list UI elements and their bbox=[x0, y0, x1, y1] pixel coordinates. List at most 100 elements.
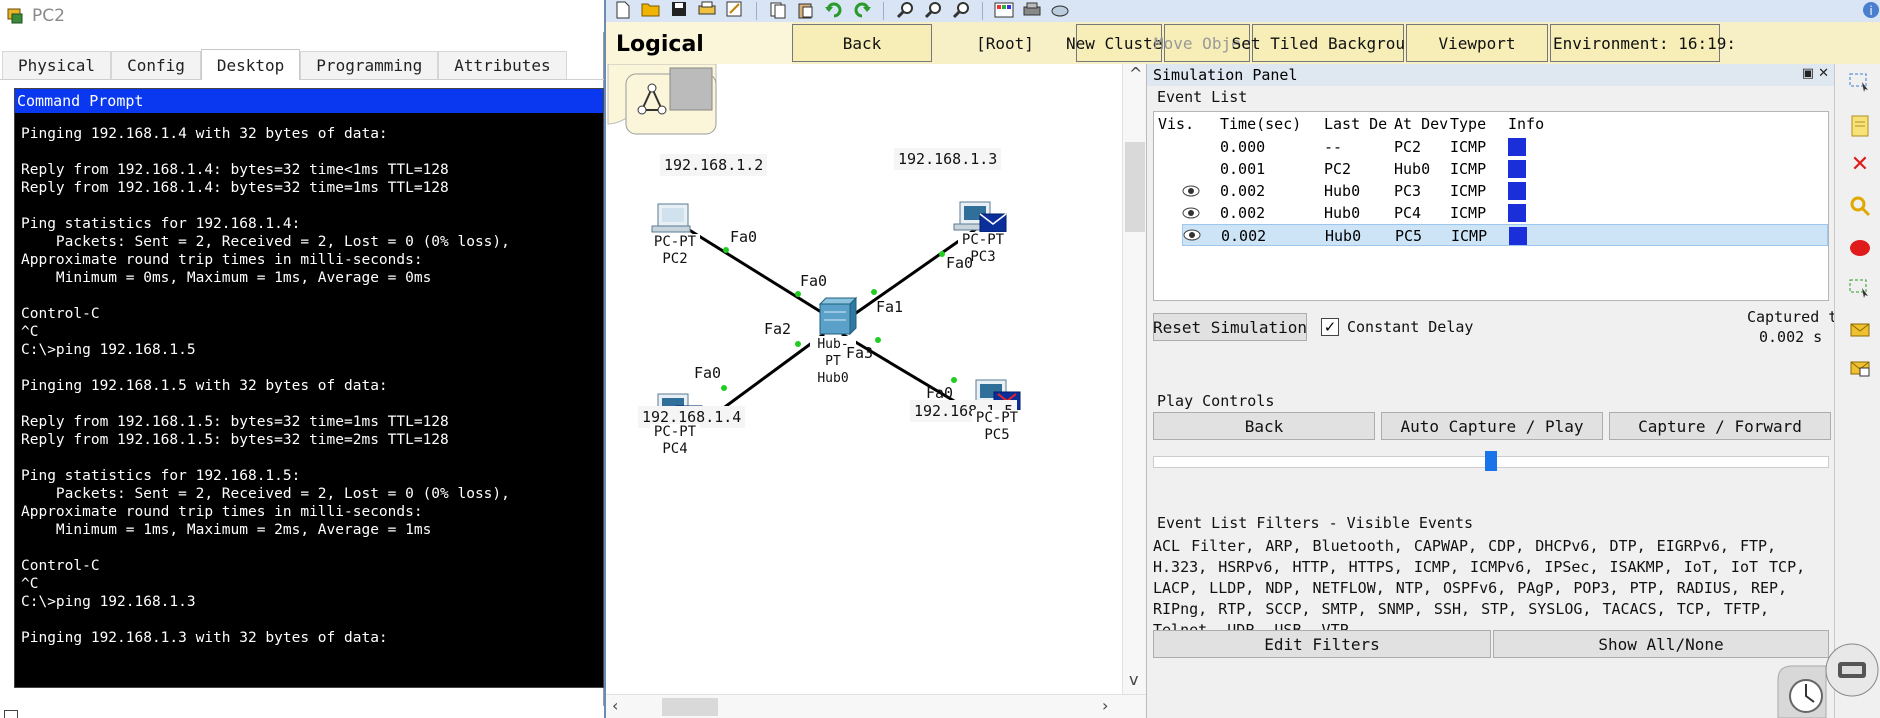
event-last-device: Hub0 bbox=[1325, 227, 1362, 245]
pc2-label: PC-PT PC2 bbox=[650, 234, 700, 268]
pc2-bottom-strip bbox=[0, 706, 604, 718]
save-icon[interactable] bbox=[668, 1, 690, 21]
event-type: ICMP bbox=[1450, 160, 1487, 178]
canvas-hscroll-thumb[interactable] bbox=[662, 698, 718, 716]
help-info-icon[interactable]: i bbox=[1860, 1, 1880, 21]
tab-config[interactable]: Config bbox=[111, 51, 201, 79]
new-file-icon[interactable] bbox=[612, 1, 634, 21]
pc5-name: PC5 bbox=[984, 427, 1010, 443]
event-info-swatch[interactable] bbox=[1508, 204, 1526, 222]
constant-delay-label: Constant Delay bbox=[1347, 318, 1474, 336]
paste-icon[interactable] bbox=[795, 1, 817, 21]
main-toolbar: i bbox=[606, 0, 1880, 22]
event-info-swatch[interactable] bbox=[1509, 227, 1527, 245]
event-list-header: Vis. Time(sec) Last De At Dev Type Info bbox=[1154, 112, 1828, 134]
add-complex-pdu-icon[interactable] bbox=[1847, 356, 1873, 382]
eye-icon bbox=[1182, 185, 1200, 197]
command-prompt[interactable]: Command Prompt Pinging 192.168.1.4 with … bbox=[14, 88, 604, 688]
zoom-out-icon[interactable] bbox=[950, 1, 972, 21]
toolbar-separator bbox=[982, 2, 983, 20]
col-info: Info bbox=[1508, 115, 1545, 133]
event-type: ICMP bbox=[1450, 138, 1487, 156]
tab-programming[interactable]: Programming bbox=[300, 51, 439, 79]
event-time: 0.002 bbox=[1220, 204, 1266, 222]
cluster-navigator-icon bbox=[607, 64, 717, 135]
redo-icon[interactable] bbox=[851, 1, 873, 21]
canvas-horizontal-scrollbar[interactable]: ‹ › bbox=[606, 694, 1146, 718]
panel-float-close-icons[interactable]: ▣ ✕ bbox=[1802, 66, 1829, 81]
reset-simulation-button[interactable]: Reset Simulation bbox=[1153, 313, 1307, 341]
event-list-table[interactable]: Vis. Time(sec) Last De At Dev Type Info … bbox=[1153, 111, 1829, 301]
viewport-button[interactable]: Viewport bbox=[1406, 24, 1548, 62]
top-checkbox[interactable] bbox=[4, 710, 18, 718]
scroll-down-icon[interactable]: v bbox=[1129, 670, 1138, 689]
zoom-reset-icon[interactable] bbox=[922, 1, 944, 21]
col-type: Type bbox=[1450, 115, 1487, 133]
capture-forward-button[interactable]: Capture / Forward bbox=[1609, 412, 1831, 440]
canvas-vscroll-thumb[interactable] bbox=[1125, 142, 1145, 232]
scroll-right-icon[interactable]: › bbox=[1102, 696, 1108, 715]
pc3-device-icon bbox=[953, 201, 1007, 233]
palette-icon[interactable] bbox=[993, 1, 1015, 21]
select-tool-icon[interactable] bbox=[1847, 70, 1873, 96]
packet-tracer-window: i Logical Back [Root] New Cluster Move O… bbox=[604, 0, 1880, 718]
event-row[interactable]: 0.002 Hub0 PC3 ICMP bbox=[1182, 180, 1828, 202]
auto-capture-play-button[interactable]: Auto Capture / Play bbox=[1381, 412, 1603, 440]
ip-label-pc2[interactable]: 192.168.1.2 bbox=[660, 154, 768, 176]
command-prompt-output[interactable]: Pinging 192.168.1.4 with 32 bytes of dat… bbox=[21, 125, 603, 687]
add-simple-pdu-icon[interactable] bbox=[1847, 318, 1873, 344]
undo-icon[interactable] bbox=[823, 1, 845, 21]
event-info-swatch[interactable] bbox=[1508, 160, 1526, 178]
toolbar-separator bbox=[883, 2, 884, 20]
logical-workspace-label[interactable]: Logical bbox=[606, 22, 792, 64]
custom-device-icon[interactable] bbox=[1021, 1, 1043, 21]
open-folder-icon[interactable] bbox=[640, 1, 662, 21]
command-prompt-title: Command Prompt bbox=[15, 89, 603, 113]
scroll-up-icon[interactable]: ^ bbox=[1129, 64, 1142, 83]
pc4-model: PC-PT bbox=[653, 424, 697, 440]
event-info-swatch[interactable] bbox=[1508, 138, 1526, 156]
tab-attributes[interactable]: Attributes bbox=[438, 51, 567, 79]
tab-physical[interactable]: Physical bbox=[2, 51, 112, 79]
event-last-device: Hub0 bbox=[1324, 204, 1361, 222]
delete-tool-icon[interactable]: ✕ bbox=[1847, 152, 1873, 178]
zoom-in-icon[interactable] bbox=[894, 1, 916, 21]
constant-delay-checkbox[interactable]: ✓ bbox=[1321, 318, 1339, 336]
resize-shape-tool-icon[interactable] bbox=[1847, 276, 1873, 302]
play-back-button[interactable]: Back bbox=[1153, 412, 1375, 440]
note-tool-icon[interactable] bbox=[1847, 114, 1873, 140]
event-type: ICMP bbox=[1450, 204, 1487, 222]
event-row[interactable]: 0.000 -- PC2 ICMP bbox=[1182, 136, 1828, 158]
draw-ellipse-tool-icon[interactable] bbox=[1847, 236, 1873, 262]
workspace-back-button[interactable]: Back bbox=[792, 24, 932, 62]
ip-label-pc3[interactable]: 192.168.1.3 bbox=[894, 148, 1002, 170]
event-row[interactable]: 0.002 Hub0 PC4 ICMP bbox=[1182, 202, 1828, 224]
canvas-vertical-scrollbar[interactable]: ^ v bbox=[1122, 64, 1146, 694]
play-speed-slider-thumb[interactable] bbox=[1485, 451, 1497, 471]
common-tools-bar: ✕ bbox=[1834, 64, 1880, 718]
port-label-hub-fa1: Fa1 bbox=[876, 298, 904, 316]
environment-clock[interactable]: Environment: 16:19: bbox=[1550, 24, 1736, 62]
event-row[interactable]: 0.001 PC2 Hub0 ICMP bbox=[1182, 158, 1828, 180]
event-row-selected[interactable]: 0.002 Hub0 PC5 ICMP bbox=[1182, 224, 1828, 246]
inspect-tool-icon[interactable] bbox=[1847, 194, 1873, 220]
toolbar-separator bbox=[756, 2, 757, 20]
event-info-swatch[interactable] bbox=[1508, 182, 1526, 200]
logical-canvas[interactable]: 192.168.1.2 192.168.1.3 192.168.1.4 192.… bbox=[606, 64, 1146, 694]
realtime-simulation-toggle[interactable] bbox=[1776, 640, 1880, 718]
event-time: 0.001 bbox=[1220, 160, 1266, 178]
set-tiled-background-button[interactable]: Set Tiled Background bbox=[1232, 24, 1424, 62]
new-cluster-button[interactable]: New Cluster bbox=[1066, 24, 1172, 62]
tab-desktop[interactable]: Desktop bbox=[200, 49, 301, 80]
scroll-left-icon[interactable]: ‹ bbox=[612, 696, 618, 715]
event-at-device: PC5 bbox=[1395, 227, 1423, 245]
event-last-device: PC2 bbox=[1324, 160, 1352, 178]
simulation-panel-titlebar: Simulation Panel ▣ ✕ bbox=[1147, 64, 1835, 86]
packet-tracer-app-icon bbox=[6, 6, 26, 26]
activity-wizard-icon[interactable] bbox=[724, 1, 746, 21]
network-info-icon[interactable] bbox=[1049, 1, 1071, 21]
edit-filters-button[interactable]: Edit Filters bbox=[1153, 630, 1491, 658]
copy-icon[interactable] bbox=[767, 1, 789, 21]
root-breadcrumb[interactable]: [Root] bbox=[934, 22, 1076, 64]
print-icon[interactable] bbox=[696, 1, 718, 21]
